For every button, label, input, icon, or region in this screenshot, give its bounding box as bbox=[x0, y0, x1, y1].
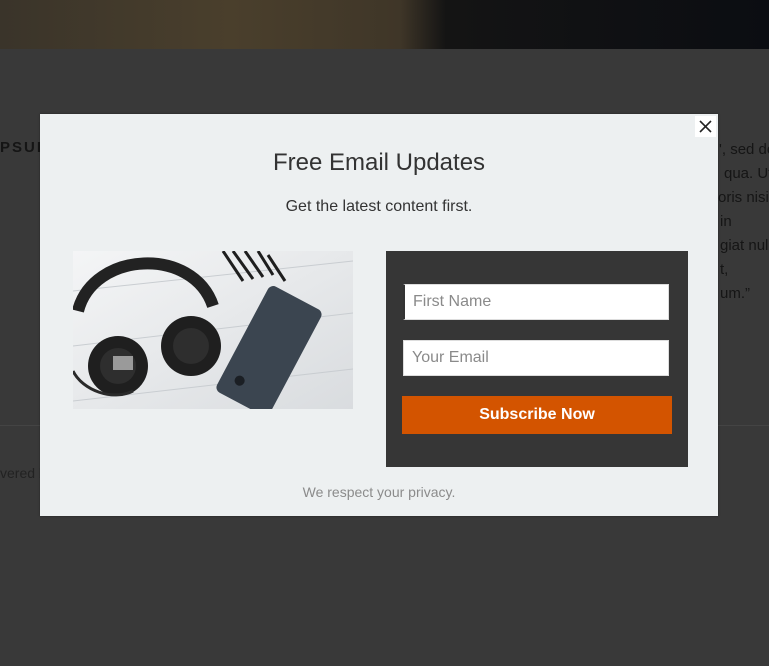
signup-form: Subscribe Now bbox=[386, 251, 688, 467]
background-text-line: giat nul bbox=[720, 237, 769, 254]
popup-title: Free Email Updates bbox=[272, 149, 486, 176]
background-text-line: um.” bbox=[720, 285, 750, 302]
background-text-line: t, bbox=[720, 261, 729, 278]
privacy-note: We respect your privacy. bbox=[302, 484, 456, 500]
headphones-phone-image bbox=[73, 251, 353, 409]
background-heading: PSUI bbox=[0, 139, 44, 156]
background-text-line: qua. Ut bbox=[724, 165, 769, 182]
close-button[interactable] bbox=[695, 116, 716, 137]
background-text-line: in bbox=[720, 213, 732, 230]
close-icon bbox=[699, 120, 712, 133]
first-name-input[interactable] bbox=[403, 284, 669, 320]
background-text-line: oris nisi bbox=[718, 189, 769, 206]
email-signup-popup: Free Email Updates Get the latest conten… bbox=[40, 114, 718, 516]
hero-banner bbox=[0, 0, 769, 49]
subscribe-button[interactable]: Subscribe Now bbox=[402, 396, 672, 434]
background-text-line: ', sed do bbox=[719, 141, 769, 158]
popup-subtitle: Get the latest content first. bbox=[285, 198, 473, 215]
email-input[interactable] bbox=[403, 340, 669, 376]
